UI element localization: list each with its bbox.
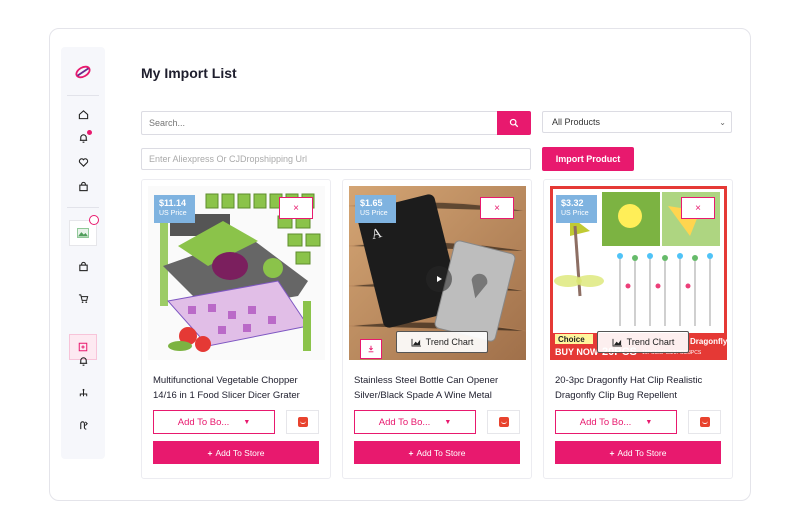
add-to-store-label: Add To Store xyxy=(416,447,466,458)
price-tag: $3.32 US Price xyxy=(556,195,597,223)
image-buy-now-text: BUY NOW xyxy=(555,347,599,357)
plus-icon: + xyxy=(408,447,414,458)
price-label: US Price xyxy=(159,210,187,217)
product-image[interactable]: $11.14 US Price × xyxy=(148,186,325,360)
aliexpress-link-button[interactable] xyxy=(487,410,520,434)
status-ring xyxy=(89,215,99,225)
play-icon xyxy=(437,276,442,282)
bell-icon xyxy=(79,356,87,366)
image-banner-text: Dragonfly xyxy=(690,337,727,346)
add-to-board-label: Add To Bo... xyxy=(177,416,230,428)
add-to-store-label: Add To Store xyxy=(617,447,667,458)
aliexpress-link-button[interactable] xyxy=(286,410,319,434)
search-input[interactable] xyxy=(142,112,494,134)
price-label: US Price xyxy=(561,210,589,217)
price-label: US Price xyxy=(360,210,388,217)
notification-dot xyxy=(87,130,92,135)
aliexpress-link-button[interactable] xyxy=(688,410,721,434)
price-tag: $11.14 US Price xyxy=(154,195,195,223)
price-value: $3.32 xyxy=(561,198,584,208)
chart-icon xyxy=(411,338,421,347)
aliexpress-icon xyxy=(498,417,509,427)
sidebar-item-routes[interactable] xyxy=(61,414,105,436)
app-window: My Import List All Products ⌄ Enter Alie… xyxy=(49,28,751,501)
sidebar-item-home[interactable] xyxy=(61,103,105,125)
chevron-down-icon: ⌄ xyxy=(719,118,726,127)
play-video-button[interactable] xyxy=(426,266,452,292)
image-icon xyxy=(77,228,89,238)
trend-chart-button[interactable]: Trend Chart xyxy=(597,331,689,353)
home-icon xyxy=(78,109,88,119)
add-to-store-button[interactable]: + Add To Store xyxy=(354,441,520,464)
remove-product-button[interactable]: × xyxy=(480,197,514,219)
trend-chart-label: Trend Chart xyxy=(425,337,474,347)
bag-icon xyxy=(78,181,88,191)
image-choice-text: Choice xyxy=(558,335,585,344)
search-button[interactable] xyxy=(497,111,531,135)
add-to-board-dropdown[interactable]: Add To Bo... ▼ xyxy=(354,410,476,434)
heart-icon xyxy=(78,157,88,167)
trend-chart-label: Trend Chart xyxy=(626,337,675,347)
price-tag: $1.65 US Price xyxy=(355,195,396,223)
product-card: Choice BUY NOW 20PCS 16PCS/8PCS/5PCS/3PC… xyxy=(543,179,733,479)
plus-icon: + xyxy=(609,447,615,458)
plus-icon: + xyxy=(207,447,213,458)
sidebar-item-products[interactable] xyxy=(61,255,105,277)
download-icon xyxy=(368,345,374,353)
download-button[interactable] xyxy=(360,339,382,359)
price-value: $1.65 xyxy=(360,198,383,208)
product-title: Stainless Steel Bottle Can Opener Silver… xyxy=(354,375,499,401)
product-card: $11.14 US Price × Multifunctional Vegeta… xyxy=(141,179,331,479)
sidebar-item-alerts[interactable] xyxy=(61,350,105,372)
product-card: A $1.65 US Price × Trend Chart Stainless… xyxy=(342,179,532,479)
aliexpress-icon xyxy=(297,417,308,427)
remove-product-button[interactable]: × xyxy=(279,197,313,219)
search-icon xyxy=(509,118,519,128)
product-url-placeholder: Enter Aliexpress Or CJDropshipping Url xyxy=(149,154,308,164)
aliexpress-icon xyxy=(699,417,710,427)
logo-icon xyxy=(75,65,91,79)
add-to-board-label: Add To Bo... xyxy=(378,416,431,428)
product-filter-value: All Products xyxy=(552,117,601,127)
sidebar xyxy=(61,47,105,459)
add-to-store-label: Add To Store xyxy=(215,447,265,458)
search-bar xyxy=(141,111,531,135)
sidebar-item-orders[interactable] xyxy=(61,175,105,197)
remove-product-button[interactable]: × xyxy=(681,197,715,219)
caret-down-icon: ▼ xyxy=(645,418,653,426)
add-to-board-dropdown[interactable]: Add To Bo... ▼ xyxy=(555,410,677,434)
caret-down-icon: ▼ xyxy=(444,418,452,426)
bag-icon xyxy=(78,261,88,271)
add-to-store-button[interactable]: + Add To Store xyxy=(555,441,721,464)
product-image[interactable]: Choice BUY NOW 20PCS 16PCS/8PCS/5PCS/3PC… xyxy=(550,186,727,360)
brand-logo[interactable] xyxy=(61,59,105,85)
route-icon xyxy=(79,420,88,430)
caret-down-icon: ▼ xyxy=(243,418,251,426)
cart-icon xyxy=(78,293,88,303)
sidebar-item-cart[interactable] xyxy=(61,287,105,309)
add-to-board-label: Add To Bo... xyxy=(579,416,632,428)
add-to-store-button[interactable]: + Add To Store xyxy=(153,441,319,464)
sitemap-icon xyxy=(79,388,87,396)
product-title: 20-3pc Dragonfly Hat Clip Realistic Drag… xyxy=(555,375,703,401)
page-title: My Import List xyxy=(141,65,237,81)
product-filter-select[interactable]: All Products ⌄ xyxy=(542,111,732,133)
price-value: $11.14 xyxy=(159,198,187,208)
product-title: Multifunctional Vegetable Chopper 14/16 … xyxy=(153,375,300,401)
sidebar-item-network[interactable] xyxy=(61,382,105,404)
chart-icon xyxy=(612,338,622,347)
product-image[interactable]: A $1.65 US Price × Trend Chart xyxy=(349,186,526,360)
product-url-input[interactable]: Enter Aliexpress Or CJDropshipping Url xyxy=(141,148,531,170)
add-to-board-dropdown[interactable]: Add To Bo... ▼ xyxy=(153,410,275,434)
import-product-button[interactable]: Import Product xyxy=(542,147,634,171)
trend-chart-button[interactable]: Trend Chart xyxy=(396,331,488,353)
sidebar-item-notifications[interactable] xyxy=(61,127,105,149)
sidebar-item-wishlist[interactable] xyxy=(61,151,105,173)
